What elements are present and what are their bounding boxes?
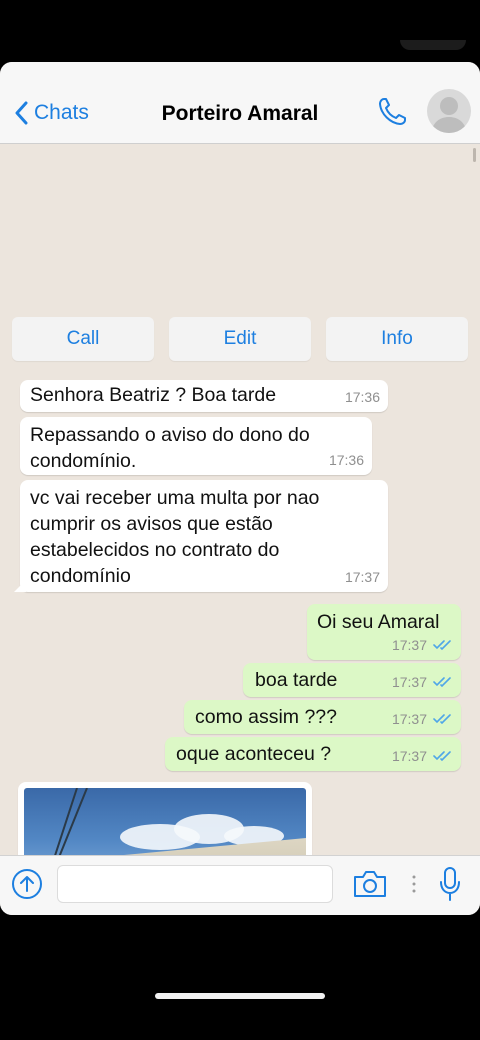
message-time: 17:37 bbox=[391, 748, 427, 764]
scroll-indicator[interactable] bbox=[473, 148, 476, 162]
message-bubble-incoming[interactable]: Repassando o aviso do dono do condomínio… bbox=[20, 417, 372, 475]
message-meta: 17:36 bbox=[345, 384, 380, 410]
message-bubble-incoming[interactable]: vc vai receber uma multa por nao cumprir… bbox=[14, 480, 388, 592]
call-button[interactable]: Call bbox=[12, 317, 154, 361]
camera-icon[interactable] bbox=[352, 869, 388, 899]
message-text: vc vai receber uma multa por nao cumprir… bbox=[30, 487, 320, 587]
device-frame: Chats Porteiro Amaral Call Edit Info Sen… bbox=[0, 0, 480, 1040]
message-time: 17:37 bbox=[391, 637, 427, 653]
double-check-icon bbox=[433, 677, 451, 688]
message-bubble-outgoing[interactable]: oque aconteceu ? 17:37 bbox=[165, 737, 461, 771]
message-bubble-incoming[interactable]: Senhora Beatriz ? Boa tarde 17:36 bbox=[20, 380, 388, 412]
message-time: 17:37 bbox=[391, 711, 427, 727]
edit-button[interactable]: Edit bbox=[169, 317, 311, 361]
message-time: 17:37 bbox=[391, 674, 427, 690]
message-text: Senhora Beatriz ? Boa tarde bbox=[30, 384, 277, 406]
message-meta: 17:37 bbox=[392, 632, 453, 658]
message-time: 17:37 bbox=[344, 569, 380, 585]
message-input[interactable] bbox=[57, 865, 333, 903]
contact-actions: Call Edit Info bbox=[12, 317, 468, 361]
status-bar-notch bbox=[400, 40, 466, 50]
message-meta: 17:37 bbox=[392, 743, 453, 769]
message-bubble-outgoing[interactable]: boa tarde 17:37 bbox=[243, 663, 461, 697]
composer-bar bbox=[0, 855, 480, 915]
navigation-bar: Chats Porteiro Amaral bbox=[0, 62, 480, 144]
chat-screen: Chats Porteiro Amaral Call Edit Info Sen… bbox=[0, 62, 480, 915]
message-bubble-outgoing[interactable]: como assim ??? 17:37 bbox=[184, 700, 461, 734]
double-check-icon bbox=[433, 751, 451, 762]
arrow-up-circle-icon[interactable] bbox=[11, 868, 43, 900]
chat-title: Porteiro Amaral bbox=[161, 102, 319, 125]
phone-icon[interactable] bbox=[376, 96, 408, 128]
more-dots-icon bbox=[412, 875, 416, 893]
double-check-icon bbox=[433, 640, 451, 651]
wire-line bbox=[51, 788, 78, 865]
message-time: 17:36 bbox=[344, 389, 380, 405]
microphone-icon[interactable] bbox=[438, 866, 462, 902]
message-meta: 17:37 bbox=[345, 564, 380, 590]
message-meta: 17:37 bbox=[392, 669, 453, 695]
contact-avatar[interactable] bbox=[427, 89, 471, 133]
message-time: 17:36 bbox=[328, 452, 364, 468]
message-meta: 17:36 bbox=[329, 447, 364, 473]
info-button[interactable]: Info bbox=[326, 317, 468, 361]
home-indicator[interactable] bbox=[155, 993, 325, 999]
message-bubble-outgoing[interactable]: Oi seu Amaral 17:37 bbox=[307, 604, 461, 660]
message-meta: 17:37 bbox=[392, 706, 453, 732]
double-check-icon bbox=[433, 714, 451, 725]
bubble-tail bbox=[14, 580, 26, 592]
default-avatar-icon bbox=[431, 97, 467, 133]
message-text: Repassando o aviso do dono do condomínio… bbox=[30, 424, 310, 472]
